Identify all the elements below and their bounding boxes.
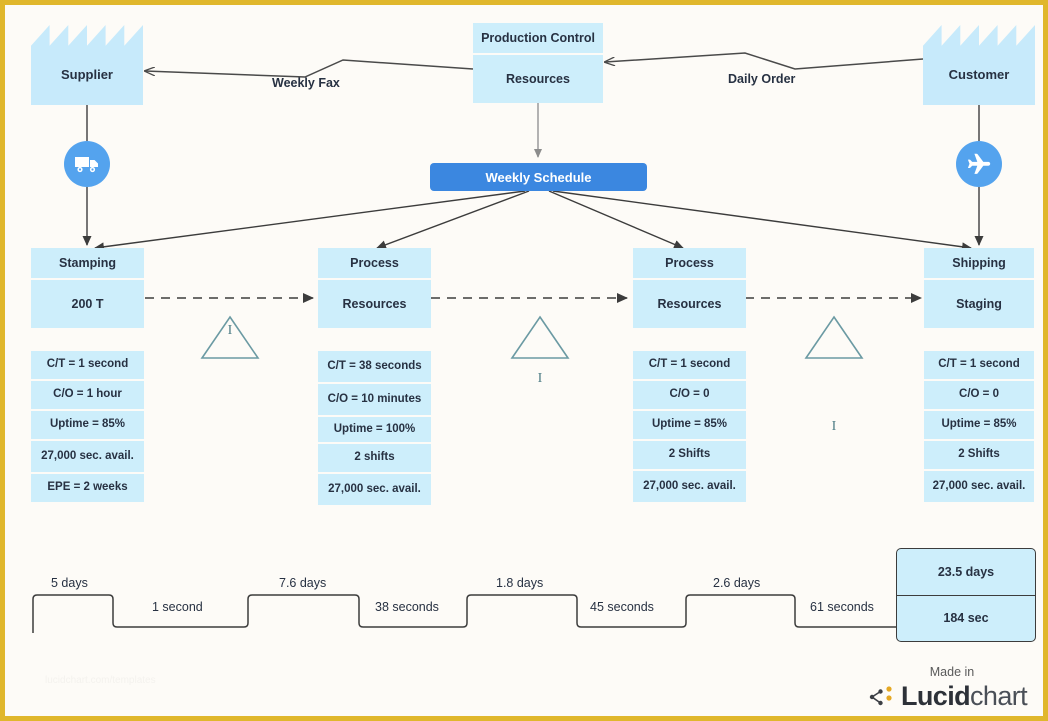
metric-item: 27,000 sec. avail.: [924, 471, 1034, 502]
inventory-triangle[interactable]: I: [201, 312, 259, 360]
metric-item: Uptime = 100%: [318, 417, 431, 442]
supplier-entity[interactable]: Supplier: [31, 25, 143, 105]
metric-item: EPE = 2 weeks: [31, 474, 144, 502]
factory-icon: [31, 25, 143, 105]
inventory-triangle-outlines: [200, 315, 864, 359]
process-body: 200 T: [31, 280, 144, 328]
brand-lucid: Lucid: [901, 681, 971, 711]
metric-item: C/O = 0: [924, 381, 1034, 409]
metrics-stack-2: C/T = 38 seconds C/O = 10 minutes Uptime…: [318, 351, 431, 505]
inventory-symbol: I: [831, 419, 837, 434]
inventory-triangle[interactable]: I: [805, 408, 863, 456]
total-process-time: 184 sec: [943, 611, 989, 626]
metric-item: C/O = 0: [633, 381, 746, 409]
lucid-logo-icon: [869, 685, 892, 705]
customer-entity[interactable]: Customer: [923, 25, 1035, 105]
weekly-fax-label: Weekly Fax: [272, 76, 340, 90]
lead-time-label: 1.8 days: [496, 576, 544, 590]
process-box-stamping[interactable]: Stamping 200 T: [31, 248, 144, 328]
airplane-icon: [956, 141, 1002, 187]
metric-item: C/T = 38 seconds: [318, 351, 431, 382]
metric-item: 2 Shifts: [924, 441, 1034, 469]
value-stream-map-canvas: Supplier Production Control Resources We…: [0, 0, 1048, 721]
metric-item: C/T = 1 second: [924, 351, 1034, 379]
weekly-fax-arrow: [145, 59, 474, 78]
weekly-schedule-box[interactable]: Weekly Schedule: [430, 163, 647, 191]
customer-label: Customer: [948, 66, 1010, 82]
lucidchart-credit: Made in Lucid chart: [867, 665, 1037, 712]
factory-icon: [923, 25, 1035, 105]
process-time-label: 38 seconds: [375, 600, 439, 614]
total-lead-time: 23.5 days: [897, 549, 1035, 596]
schedule-fanout-arrows: [94, 190, 972, 252]
metric-item: C/T = 1 second: [633, 351, 746, 379]
metric-item: 2 shifts: [318, 444, 431, 472]
process-time-label: 61 seconds: [810, 600, 874, 614]
process-title: Process: [633, 248, 746, 280]
metric-item: C/O = 10 minutes: [318, 384, 431, 415]
lead-time-label: 5 days: [51, 576, 88, 590]
production-control-box[interactable]: Production Control Resources: [473, 23, 603, 103]
metric-item: 27,000 sec. avail.: [318, 474, 431, 505]
daily-order-label: Daily Order: [728, 72, 796, 86]
metric-item: C/T = 1 second: [31, 351, 144, 379]
metrics-stack-stamping: C/T = 1 second C/O = 1 hour Uptime = 85%…: [31, 351, 144, 502]
lucidchart-wordmark: Lucid chart: [867, 681, 1037, 712]
weekly-schedule-label: Weekly Schedule: [485, 169, 592, 185]
process-time-label: 45 seconds: [590, 600, 654, 614]
process-box-2[interactable]: Process Resources: [318, 248, 431, 328]
metric-item: 2 Shifts: [633, 441, 746, 469]
timeline-totals-box[interactable]: 23.5 days 184 sec: [896, 548, 1036, 642]
process-box-shipping[interactable]: Shipping Staging: [924, 248, 1034, 328]
metric-item: 27,000 sec. avail.: [31, 441, 144, 472]
inventory-symbol: I: [537, 371, 543, 386]
metrics-stack-shipping: C/T = 1 second C/O = 0 Uptime = 85% 2 Sh…: [924, 351, 1034, 502]
process-title: Process: [318, 248, 431, 280]
lead-time-label: 7.6 days: [279, 576, 327, 590]
lead-time-label: 2.6 days: [713, 576, 761, 590]
metric-item: Uptime = 85%: [633, 411, 746, 439]
metric-item: C/O = 1 hour: [31, 381, 144, 409]
metric-item: Uptime = 85%: [924, 411, 1034, 439]
truck-icon: [64, 141, 110, 187]
daily-order-arrow: [605, 52, 924, 70]
metric-item: 27,000 sec. avail.: [633, 471, 746, 502]
production-control-title: Production Control: [473, 23, 603, 55]
process-body: Staging: [924, 280, 1034, 328]
inventory-triangle[interactable]: I: [511, 360, 569, 408]
brand-chart: chart: [970, 681, 1028, 711]
process-title: Shipping: [924, 248, 1034, 280]
process-body: Resources: [318, 280, 431, 328]
process-time-label: 1 second: [152, 600, 203, 614]
supplier-label: Supplier: [60, 66, 113, 82]
process-title: Stamping: [31, 248, 144, 280]
metrics-stack-3: C/T = 1 second C/O = 0 Uptime = 85% 2 Sh…: [633, 351, 746, 502]
page-watermark: lucidchart.com/templates: [45, 675, 156, 686]
made-in-label: Made in: [929, 665, 975, 679]
production-control-body: Resources: [473, 55, 603, 103]
process-box-3[interactable]: Process Resources: [633, 248, 746, 328]
inventory-symbol: I: [227, 323, 233, 338]
process-body: Resources: [633, 280, 746, 328]
metric-item: Uptime = 85%: [31, 411, 144, 439]
